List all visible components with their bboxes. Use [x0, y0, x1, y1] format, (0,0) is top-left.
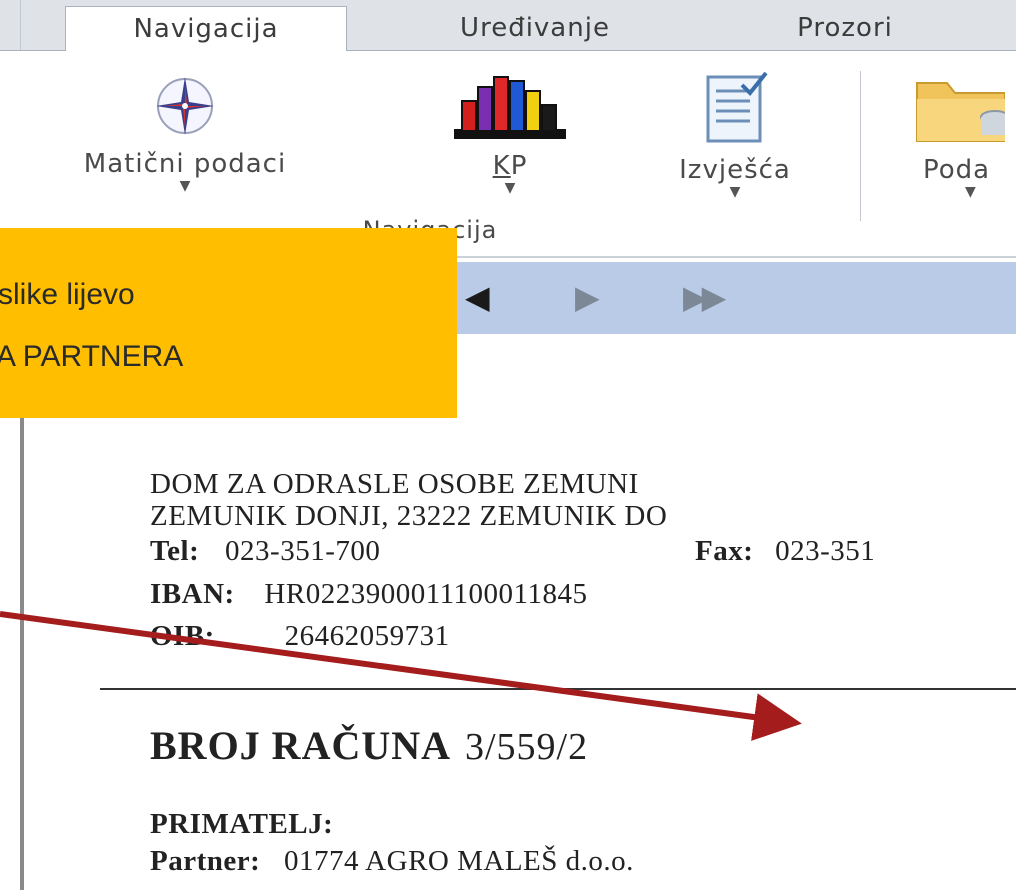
pointer-arrow — [0, 611, 802, 741]
arrow-shaft — [0, 611, 802, 741]
